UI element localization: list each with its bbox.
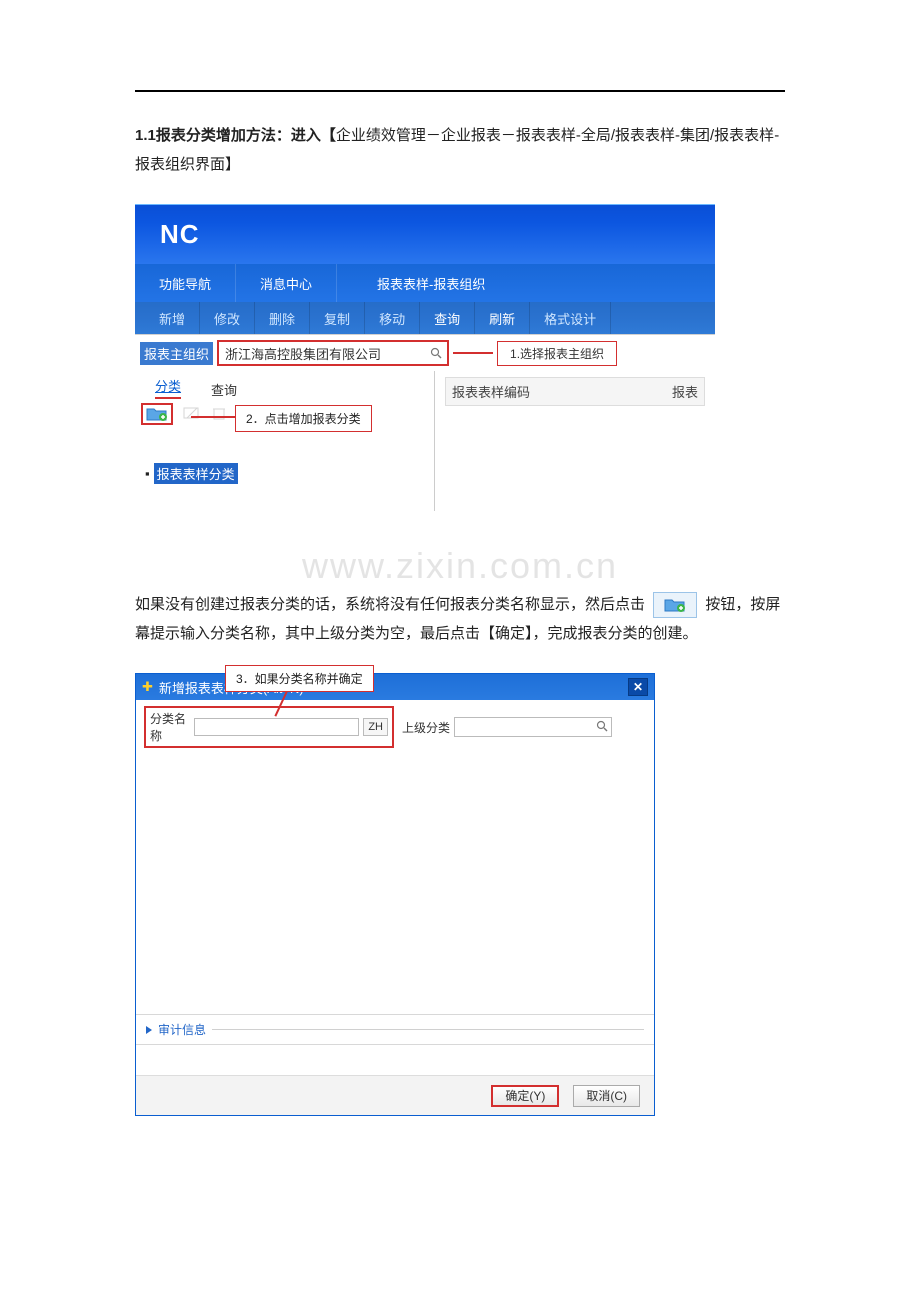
category-name-label: 分类名称 — [150, 710, 190, 744]
doc-paragraph-2: 如果没有创建过报表分类的话，系统将没有任何报表分类名称显示，然后点击 按钮，按屏… — [135, 591, 785, 648]
col-code: 报表表样编码 — [452, 382, 530, 401]
dialog-titlebar: ✚ 新增报表表样分类(Alt+N) ✕ — [136, 674, 654, 700]
nc-logo: NC — [160, 219, 200, 250]
top-rule — [135, 90, 785, 92]
toolbar-move[interactable]: 移动 — [365, 302, 420, 334]
cancel-button[interactable]: 取消(C) — [573, 1085, 640, 1107]
org-label: 报表主组织 — [140, 342, 213, 365]
parent-category-input[interactable] — [454, 717, 612, 737]
tab-report-template[interactable]: 报表表样-报表组织 — [337, 264, 525, 302]
doc-paragraph-1: 1.1报表分类增加方法：进入【企业绩效管理－企业报表－报表表样-全局/报表表样-… — [135, 122, 785, 179]
tab-function-nav[interactable]: 功能导航 — [135, 264, 236, 302]
toolbar-format-design[interactable]: 格式设计 — [530, 302, 611, 334]
category-name-field-wrap: 分类名称 ZH — [144, 706, 394, 748]
subtabs: 分类 查询 — [135, 373, 434, 399]
left-panel: 分类 查询 — [135, 371, 435, 511]
app-banner: NC — [135, 204, 715, 264]
main-tab-bar: 功能导航 消息中心 报表表样-报表组织 — [135, 264, 715, 302]
callout-connector — [453, 352, 493, 354]
para2-a: 如果没有创建过报表分类的话，系统将没有任何报表分类名称显示，然后点击 — [135, 596, 645, 613]
toolbar-delete[interactable]: 删除 — [255, 302, 310, 334]
subtab-query[interactable]: 查询 — [211, 380, 237, 399]
screenshot-nc-app: NC 功能导航 消息中心 报表表样-报表组织 新增 修改 删除 复制 移动 查询… — [135, 204, 715, 511]
toolbar-refresh[interactable]: 刷新 — [475, 302, 530, 334]
org-input[interactable]: 浙江海高控股集团有限公司 — [217, 340, 449, 366]
toolbar: 新增 修改 删除 复制 移动 查询 刷新 格式设计 — [135, 302, 715, 334]
callout2-connector — [191, 416, 235, 418]
callout-2: 2．点击增加报表分类 — [235, 405, 372, 432]
audit-info-label: 审计信息 — [158, 1021, 206, 1038]
audit-info-expander[interactable]: 审计信息 — [136, 1014, 654, 1045]
tree-item[interactable]: ▪ 报表表样分类 — [145, 463, 434, 484]
toolbar-new[interactable]: 新增 — [145, 302, 200, 334]
org-input-value: 浙江海高控股集团有限公司 — [225, 344, 381, 363]
org-row: 报表主组织 浙江海高控股集团有限公司 1.选择报表主组织 — [135, 335, 715, 371]
search-icon[interactable] — [596, 720, 608, 735]
lang-zh-button[interactable]: ZH — [363, 718, 388, 736]
toolbar-query[interactable]: 查询 — [420, 302, 475, 334]
doc-title-bold: 1.1报表分类增加方法：进入【 — [135, 127, 336, 144]
toolbar-edit[interactable]: 修改 — [200, 302, 255, 334]
tree-item-label: 报表表样分类 — [154, 463, 238, 484]
add-category-button[interactable] — [141, 403, 173, 425]
plus-icon: ✚ — [142, 679, 153, 695]
edit-icon[interactable] — [183, 406, 201, 423]
folder-add-icon — [146, 406, 168, 422]
toolbar-copy[interactable]: 复制 — [310, 302, 365, 334]
callout-3: 3．如果分类名称并确定 — [225, 665, 374, 692]
category-name-input[interactable] — [194, 718, 359, 736]
watermark: www.zixin.com.cn — [135, 545, 785, 587]
col-report: 报表 — [672, 382, 698, 401]
close-button[interactable]: ✕ — [628, 678, 648, 696]
parent-category-label: 上级分类 — [402, 719, 450, 736]
new-category-dialog: ✚ 新增报表表样分类(Alt+N) ✕ 分类名称 ZH 上级分类 — [135, 673, 655, 1116]
dialog-footer: 确定(Y) 取消(C) — [136, 1075, 654, 1115]
callout-1: 1.选择报表主组织 — [497, 341, 617, 366]
tab-message-center[interactable]: 消息中心 — [236, 264, 337, 302]
right-panel: 报表表样编码 报表 — [435, 371, 715, 511]
inline-folder-add-icon — [653, 592, 697, 618]
delete-icon[interactable] — [211, 406, 227, 423]
divider — [212, 1029, 644, 1030]
bullet-icon: ▪ — [145, 466, 150, 481]
search-icon[interactable] — [427, 344, 445, 362]
expand-triangle-icon — [146, 1026, 152, 1034]
ok-button[interactable]: 确定(Y) — [491, 1085, 559, 1107]
table-header: 报表表样编码 报表 — [445, 377, 705, 406]
subtab-category[interactable]: 分类 — [155, 376, 181, 399]
